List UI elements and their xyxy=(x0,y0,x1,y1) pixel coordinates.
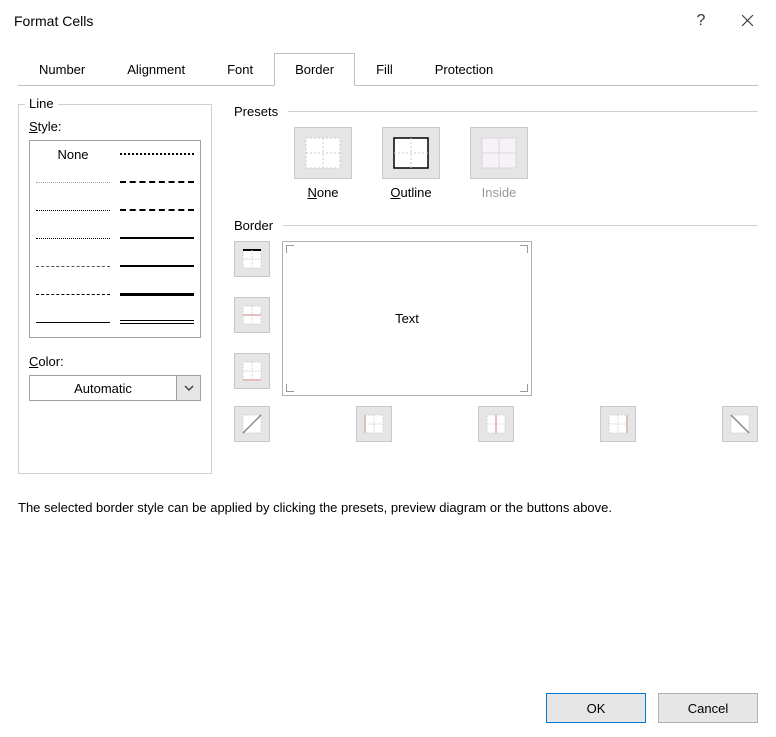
border-hmiddle-button[interactable] xyxy=(234,297,270,333)
border-vmiddle-button[interactable] xyxy=(478,406,514,442)
color-dropdown[interactable]: Automatic xyxy=(29,375,201,401)
border-top-button[interactable] xyxy=(234,241,270,277)
color-label: Color: xyxy=(29,354,201,369)
titlebar: Format Cells ? xyxy=(0,0,776,42)
close-button[interactable] xyxy=(724,0,770,42)
preset-inside-label: Inside xyxy=(470,185,528,200)
style-hair[interactable] xyxy=(36,175,110,189)
tab-fill[interactable]: Fill xyxy=(355,53,414,86)
tab-font[interactable]: Font xyxy=(206,53,274,86)
tab-border[interactable]: Border xyxy=(274,53,355,86)
help-button[interactable]: ? xyxy=(678,0,724,42)
style-dashed[interactable] xyxy=(36,287,110,301)
style-label: Style: xyxy=(29,119,201,134)
color-value: Automatic xyxy=(29,375,177,401)
preset-outline[interactable] xyxy=(382,127,440,179)
chevron-down-icon[interactable] xyxy=(177,375,201,401)
border-preview[interactable]: Text xyxy=(282,241,532,396)
presets-label: Presets xyxy=(234,104,278,119)
ok-button[interactable]: OK xyxy=(546,693,646,723)
style-mdashdotdot[interactable] xyxy=(120,147,194,161)
style-thick[interactable] xyxy=(120,259,194,273)
style-mdashed[interactable] xyxy=(120,203,194,217)
window-title: Format Cells xyxy=(14,13,93,29)
tab-number[interactable]: Number xyxy=(18,53,106,86)
line-group-label: Line xyxy=(25,96,58,111)
style-mdashdot[interactable] xyxy=(120,175,194,189)
style-medium[interactable] xyxy=(120,231,194,245)
tab-bar: Number Alignment Font Border Fill Protec… xyxy=(18,52,758,86)
preset-outline-label: Outline xyxy=(382,185,440,200)
border-label: Border xyxy=(234,218,273,233)
preview-text: Text xyxy=(395,311,419,326)
preset-none[interactable] xyxy=(294,127,352,179)
border-diag-up-button[interactable] xyxy=(234,406,270,442)
tab-alignment[interactable]: Alignment xyxy=(106,53,206,86)
style-thick2[interactable] xyxy=(120,287,194,301)
border-right-button[interactable] xyxy=(600,406,636,442)
style-dashdotdot[interactable] xyxy=(36,231,110,245)
style-dotted[interactable] xyxy=(36,203,110,217)
border-diag-down-button[interactable] xyxy=(722,406,758,442)
style-picker[interactable]: None xyxy=(29,140,201,338)
style-double[interactable] xyxy=(120,315,194,329)
border-left-button[interactable] xyxy=(356,406,392,442)
style-dashdot[interactable] xyxy=(36,259,110,273)
style-none[interactable]: None xyxy=(36,147,110,161)
style-thin[interactable] xyxy=(36,315,110,329)
preset-none-label: None xyxy=(294,185,352,200)
border-bottom-button[interactable] xyxy=(234,353,270,389)
line-group: Line Style: None xyxy=(18,104,212,474)
cancel-button[interactable]: Cancel xyxy=(658,693,758,723)
tab-protection[interactable]: Protection xyxy=(414,53,515,86)
preset-inside[interactable] xyxy=(470,127,528,179)
info-text: The selected border style can be applied… xyxy=(18,500,758,515)
